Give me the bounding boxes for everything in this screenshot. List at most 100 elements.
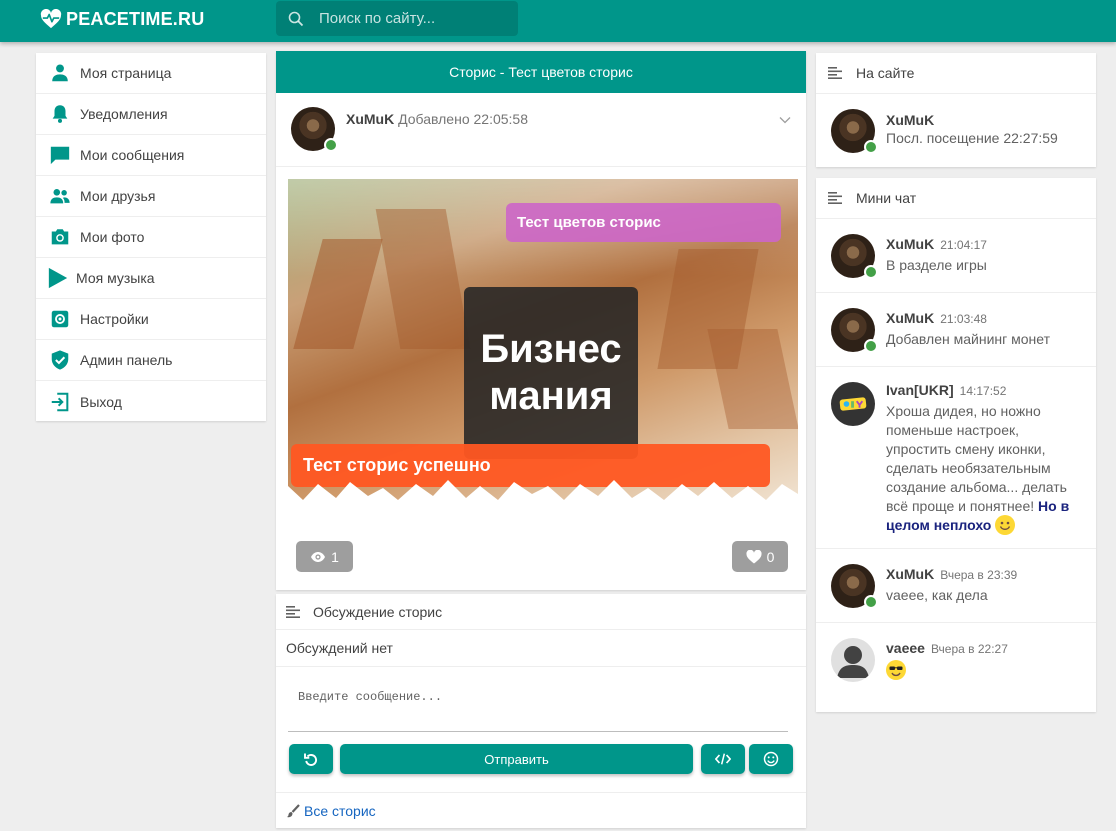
- search-icon[interactable]: [288, 11, 304, 27]
- online-user-name[interactable]: XuMuK: [886, 112, 1058, 128]
- people-icon: [49, 185, 71, 207]
- torn-edge: [288, 480, 798, 504]
- online-users-card: На сайте XuMuK Посл. посещение 22:27:59: [816, 53, 1096, 167]
- settings-icon: [49, 308, 71, 330]
- message-input[interactable]: [288, 682, 788, 732]
- brush-icon: [286, 803, 300, 817]
- chat-message: vaeee Вчера в 22:27: [816, 623, 1096, 698]
- mini-chat-title: Мини чат: [856, 190, 917, 206]
- poster-line-1: Бизнес: [480, 327, 622, 371]
- chat-author[interactable]: Ivan[UKR]: [886, 382, 954, 398]
- bell-icon: [49, 103, 71, 125]
- sidebar-item-settings[interactable]: Настройки: [36, 299, 266, 340]
- like-button[interactable]: 0: [732, 541, 788, 572]
- chat-message: Ivan[UKR] 14:17:52 Хроша дидея, но ножно …: [816, 367, 1096, 549]
- chat-message: XuMuK 21:04:17 В разделе игры: [816, 219, 1096, 293]
- smile-emoji-icon: [995, 515, 1016, 536]
- chat-text: Добавлен майнинг монет: [886, 331, 1050, 347]
- send-button[interactable]: Отправить: [340, 744, 693, 774]
- chat-message: XuMuK Вчера в 23:39 vaeee, как дела: [816, 549, 1096, 623]
- sidebar-item-logout[interactable]: Выход: [36, 381, 266, 422]
- chat-author[interactable]: XuMuK: [886, 566, 934, 582]
- sidebar-item-music[interactable]: Моя музыка: [36, 258, 266, 299]
- default-user-icon: [837, 646, 869, 678]
- heart-pulse-icon: [40, 9, 62, 29]
- undo-icon: [304, 753, 318, 766]
- likes-count: 0: [766, 548, 775, 565]
- online-indicator: [864, 595, 878, 609]
- discussion-card: Обсуждение сторис Обсуждений нет Отправи…: [276, 594, 806, 828]
- sidebar-item-messages[interactable]: Мои сообщения: [36, 135, 266, 176]
- search-input[interactable]: [319, 10, 509, 27]
- story-poster: Бизнес мания: [464, 287, 638, 459]
- sidebar-item-label: Мои друзья: [80, 188, 156, 204]
- search-box: [276, 1, 518, 36]
- reset-button[interactable]: [289, 744, 333, 774]
- avatar[interactable]: [831, 564, 878, 609]
- online-last-visit: Посл. посещение 22:27:59: [886, 130, 1058, 146]
- avatar[interactable]: [831, 638, 875, 682]
- sidebar-item-label: Админ панель: [80, 352, 173, 368]
- send-label: Отправить: [484, 751, 549, 767]
- site-logo[interactable]: PEACETIME.RU: [40, 8, 204, 30]
- sidebar-item-friends[interactable]: Мои друзья: [36, 176, 266, 217]
- views-button[interactable]: 1: [296, 541, 353, 572]
- list-lines-icon: [828, 192, 842, 204]
- poster-line-2: мания: [489, 374, 613, 418]
- chevron-down-icon[interactable]: [778, 113, 792, 127]
- discussion-title: Обсуждение сторис: [313, 603, 443, 620]
- sidebar-item-label: Уведомления: [80, 106, 168, 122]
- online-indicator: [864, 339, 878, 353]
- chat-author[interactable]: XuMuK: [886, 310, 934, 326]
- avatar[interactable]: [291, 107, 338, 152]
- sidebar-item-admin[interactable]: Админ панель: [36, 340, 266, 381]
- chat-time: 21:04:17: [940, 238, 987, 252]
- story-author-row: XuMuK Добавлено 22:05:58: [276, 93, 806, 167]
- story-added-time: Добавлено 22:05:58: [398, 111, 528, 127]
- sidebar-item-label: Настройки: [80, 311, 149, 327]
- sidebar-item-photos[interactable]: Мои фото: [36, 217, 266, 258]
- camera-icon: [49, 226, 71, 248]
- chat-bubble-icon: [49, 144, 71, 166]
- views-count: 1: [331, 548, 339, 565]
- online-indicator: [864, 140, 878, 154]
- sidebar-item-label: Мои фото: [80, 229, 145, 245]
- sidebar-item-my-page[interactable]: Моя страница: [36, 53, 266, 94]
- online-header: На сайте: [816, 53, 1096, 94]
- chat-time: 14:17:52: [959, 384, 1007, 398]
- chat-author[interactable]: vaeee: [886, 640, 925, 656]
- chat-time: 21:03:48: [940, 312, 987, 326]
- avatar[interactable]: [831, 234, 878, 279]
- sidebar-item-label: Мои сообщения: [80, 147, 185, 163]
- code-icon: [715, 753, 731, 765]
- avatar[interactable]: [831, 382, 875, 426]
- sidebar-menu: Моя страница Уведомления Мои сообщения М…: [36, 53, 266, 421]
- sidebar-item-label: Моя музыка: [76, 270, 155, 286]
- sidebar-item-notifications[interactable]: Уведомления: [36, 94, 266, 135]
- shield-check-icon: [49, 349, 71, 371]
- all-stories-label: Все сторис: [304, 802, 376, 819]
- mini-chat-header: Мини чат: [816, 178, 1096, 219]
- diy-logo-icon: [839, 397, 867, 411]
- code-button[interactable]: [701, 744, 745, 774]
- online-user-row[interactable]: XuMuK Посл. посещение 22:27:59: [816, 94, 1096, 167]
- discussion-empty: Обсуждений нет: [276, 630, 806, 667]
- story-author-name[interactable]: XuMuK: [346, 111, 394, 127]
- avatar[interactable]: [831, 109, 878, 154]
- avatar[interactable]: [831, 308, 878, 353]
- emoji-button[interactable]: [749, 744, 793, 774]
- heart-icon: [746, 549, 762, 563]
- chat-text-long: Хроша дидея, но ножно поменьше настроек,…: [886, 402, 1086, 536]
- chat-time: Вчера в 23:39: [940, 568, 1018, 582]
- smile-icon: [763, 751, 779, 767]
- roof-shape: [375, 209, 471, 349]
- roof-shape: [707, 329, 798, 429]
- top-bar: PEACETIME.RU: [0, 0, 1116, 42]
- discussion-header: Обсуждение сторис: [276, 594, 806, 630]
- sidebar-item-label: Моя страница: [80, 65, 172, 81]
- chat-author[interactable]: XuMuK: [886, 236, 934, 252]
- person-icon: [49, 62, 71, 84]
- story-image[interactable]: Бизнес мания Тест цветов сторис Тест сто…: [288, 179, 798, 504]
- list-lines-icon: [828, 67, 842, 79]
- all-stories-link[interactable]: Все сторис: [276, 792, 806, 828]
